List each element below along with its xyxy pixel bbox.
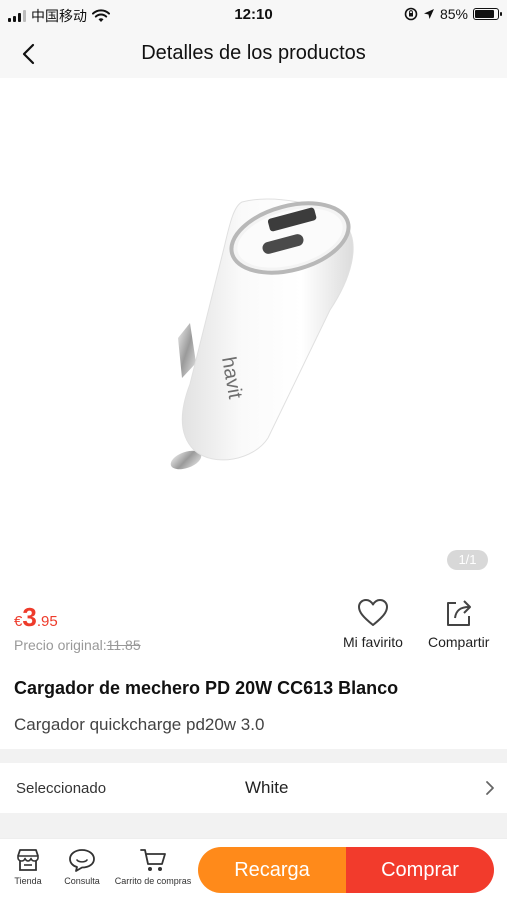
selected-label: Seleccionado	[16, 780, 107, 797]
share-label: Compartir	[428, 634, 490, 650]
favorite-label: Mi favirito	[343, 634, 403, 650]
tab-consult[interactable]: Consulta	[60, 847, 104, 886]
tab-cart-label: Carrito de compras	[114, 876, 192, 886]
bottom-action-bar: Tienda Consulta Carrito de compras Recar…	[0, 838, 507, 900]
original-price-label: Precio original:	[14, 637, 107, 653]
battery-icon	[473, 8, 502, 20]
recarga-button[interactable]: Recarga	[198, 847, 346, 893]
price-integer: 3	[22, 602, 37, 632]
battery-level	[475, 10, 494, 18]
comprar-button[interactable]: Comprar	[346, 847, 494, 893]
selected-value: White	[245, 778, 289, 797]
price: €3.95	[14, 602, 58, 633]
share-button[interactable]: Compartir	[428, 598, 489, 650]
battery-percent: 85%	[439, 6, 468, 22]
status-right: 85%	[404, 6, 502, 22]
product-title: Cargador de mechero PD 20W CC613 Blanco	[14, 678, 399, 698]
tab-consult-label: Consulta	[64, 876, 100, 886]
original-price-value: 11.85	[106, 637, 141, 653]
tab-store[interactable]: Tienda	[10, 847, 46, 886]
product-image-gallery[interactable]: havit 1/1	[0, 78, 507, 588]
header: Detalles de los productos	[0, 30, 507, 78]
variant-selector[interactable]: Seleccionado White	[0, 763, 507, 813]
section-divider	[0, 749, 507, 763]
chevron-right-icon	[486, 781, 494, 795]
heart-icon	[357, 599, 388, 626]
page-title: Detalles de los productos	[141, 42, 366, 64]
tab-store-label: Tienda	[14, 876, 42, 886]
original-price: Precio original:11.85	[14, 637, 141, 653]
cart-icon	[140, 849, 166, 871]
product-subtitle: Cargador quickcharge pd20w 3.0	[14, 715, 265, 734]
location-icon	[423, 9, 434, 19]
tab-cart[interactable]: Carrito de compras	[110, 847, 196, 886]
store-icon	[17, 849, 39, 871]
favorite-button[interactable]: Mi favirito	[343, 598, 403, 650]
image-counter: 1/1	[447, 550, 488, 570]
status-bar: 中国移动 12:10 85%	[0, 0, 507, 30]
price-section: €3.95 Precio original:11.85 Mi favirito …	[0, 588, 507, 668]
price-decimal: .95	[36, 613, 58, 630]
section-divider	[0, 813, 507, 838]
chat-icon	[69, 849, 95, 872]
product-image: havit	[170, 198, 354, 470]
share-icon	[446, 600, 471, 626]
rotation-lock-icon	[404, 7, 418, 21]
